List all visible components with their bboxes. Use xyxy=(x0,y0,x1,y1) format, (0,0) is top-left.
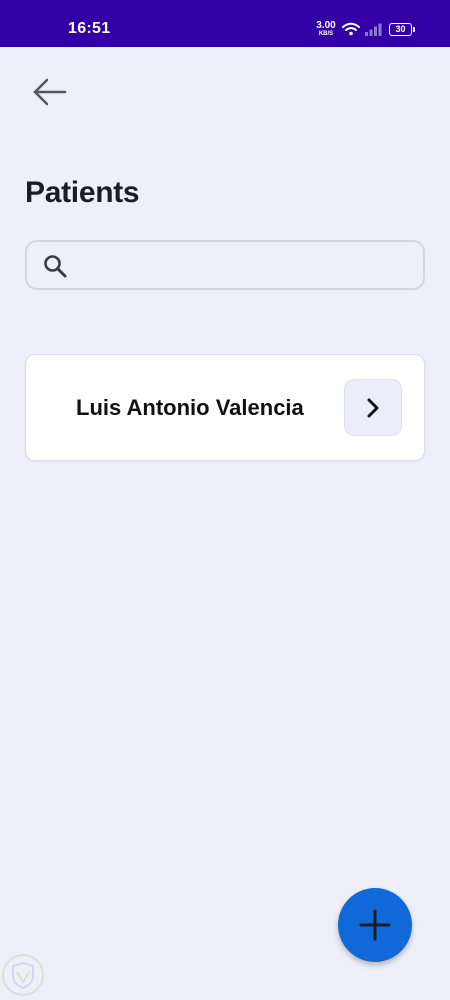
cell-signal-icon xyxy=(365,23,382,36)
patient-card[interactable]: Luis Antonio Valencia xyxy=(25,354,425,461)
battery-icon: 30 xyxy=(389,23,415,36)
back-button[interactable] xyxy=(26,72,72,112)
network-speed-unit: KB/S xyxy=(318,31,334,37)
status-bar: 16:51 3.00 KB/S 30 xyxy=(0,0,450,47)
watermark-logo xyxy=(2,954,44,996)
patient-name: Luis Antonio Valencia xyxy=(76,395,304,420)
page-title: Patients xyxy=(25,176,140,209)
wifi-icon xyxy=(342,22,360,36)
network-speed-value: 3.00 xyxy=(316,20,336,31)
battery-tip xyxy=(413,27,415,32)
chevron-right-icon xyxy=(367,398,379,417)
battery-level: 30 xyxy=(389,23,412,36)
status-time: 16:51 xyxy=(68,20,111,37)
network-speed-indicator: 3.00 KB/S xyxy=(314,20,338,38)
open-patient-button[interactable] xyxy=(344,379,402,436)
search-input[interactable] xyxy=(79,248,414,282)
search-icon xyxy=(44,255,67,278)
arrow-left-icon xyxy=(33,78,67,106)
search-box[interactable] xyxy=(25,240,425,290)
add-patient-button[interactable] xyxy=(338,888,412,962)
plus-icon xyxy=(359,909,391,941)
